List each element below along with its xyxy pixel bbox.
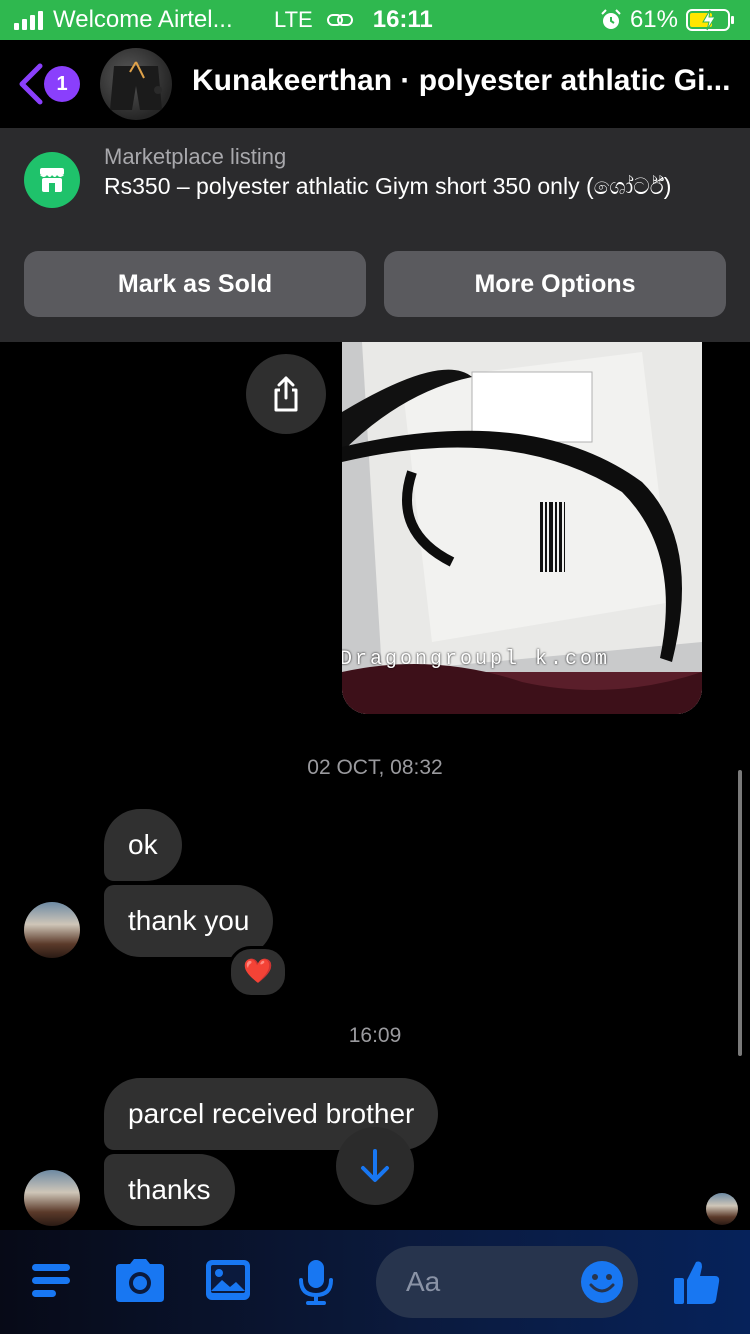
unread-badge[interactable]: 1 xyxy=(44,66,80,102)
message-bubble-ok[interactable]: ok xyxy=(104,809,182,881)
like-thumbs-up-icon[interactable] xyxy=(672,1258,722,1306)
parcel-photo[interactable]: www.Dragongroupl k.com xyxy=(342,342,702,714)
status-left: Welcome Airtel... xyxy=(14,0,233,40)
status-right: 61% xyxy=(600,0,734,40)
sender-avatar[interactable] xyxy=(24,902,80,958)
heart-icon: ❤️ xyxy=(243,958,273,985)
camera-icon[interactable] xyxy=(114,1258,166,1304)
listing-title[interactable]: Rs350 – polyester athlatic Giym short 35… xyxy=(104,172,704,200)
sender-avatar[interactable] xyxy=(24,1170,80,1226)
message-input-placeholder: Aa xyxy=(406,1266,441,1297)
alarm-icon xyxy=(601,9,621,29)
battery-icon xyxy=(686,9,734,31)
emoji-icon[interactable] xyxy=(580,1260,624,1304)
share-button[interactable] xyxy=(246,354,326,434)
photo-watermark: www.Dragongroupl k.com xyxy=(342,648,611,671)
status-center: LTE 16:11 xyxy=(274,0,433,40)
marketplace-listing-panel: Marketplace listing Rs350 – polyester at… xyxy=(0,128,750,342)
link-icon xyxy=(326,14,353,26)
message-list[interactable]: www.Dragongroupl k.com 02 OCT, 08:32 ok … xyxy=(0,342,750,1230)
message-bubble-thanks[interactable]: thanks xyxy=(104,1154,235,1226)
menu-icon[interactable] xyxy=(30,1258,74,1302)
status-bar: Welcome Airtel... LTE 16:11 61% xyxy=(0,0,750,40)
signal-icon xyxy=(14,10,43,30)
back-icon[interactable] xyxy=(16,62,46,106)
scrollbar[interactable] xyxy=(738,770,742,1056)
gallery-icon[interactable] xyxy=(204,1258,252,1302)
contact-avatar[interactable] xyxy=(100,48,172,120)
heart-reaction[interactable]: ❤️ xyxy=(228,946,288,998)
marketplace-label: Marketplace listing xyxy=(104,144,287,169)
charging-bolt-icon xyxy=(702,9,716,31)
battery-percent: 61% xyxy=(629,6,678,33)
arrow-down-icon xyxy=(361,1149,389,1182)
microphone-icon[interactable] xyxy=(296,1258,336,1306)
clock: 16:11 xyxy=(372,6,433,33)
timestamp: 02 OCT, 08:32 xyxy=(307,756,443,779)
network-type: LTE xyxy=(274,7,313,32)
mark-as-sold-button[interactable]: Mark as Sold xyxy=(24,251,366,317)
carrier-name: Welcome Airtel... xyxy=(53,6,233,33)
conversation-header: 1 Kunakeerthan · polyester athlatic Gi..… xyxy=(0,40,750,128)
more-options-button[interactable]: More Options xyxy=(384,251,726,317)
shorts-thumbnail-icon xyxy=(110,61,162,110)
scroll-to-bottom-button[interactable] xyxy=(336,1127,414,1205)
read-receipt-avatar xyxy=(706,1193,738,1225)
message-input[interactable]: Aa xyxy=(376,1246,638,1318)
conversation-title[interactable]: Kunakeerthan · polyester athlatic Gi... xyxy=(192,64,744,98)
share-icon xyxy=(274,376,298,412)
composer-bar: Aa xyxy=(0,1230,750,1334)
marketplace-store-icon xyxy=(24,152,80,208)
timestamp: 16:09 xyxy=(348,1024,402,1047)
